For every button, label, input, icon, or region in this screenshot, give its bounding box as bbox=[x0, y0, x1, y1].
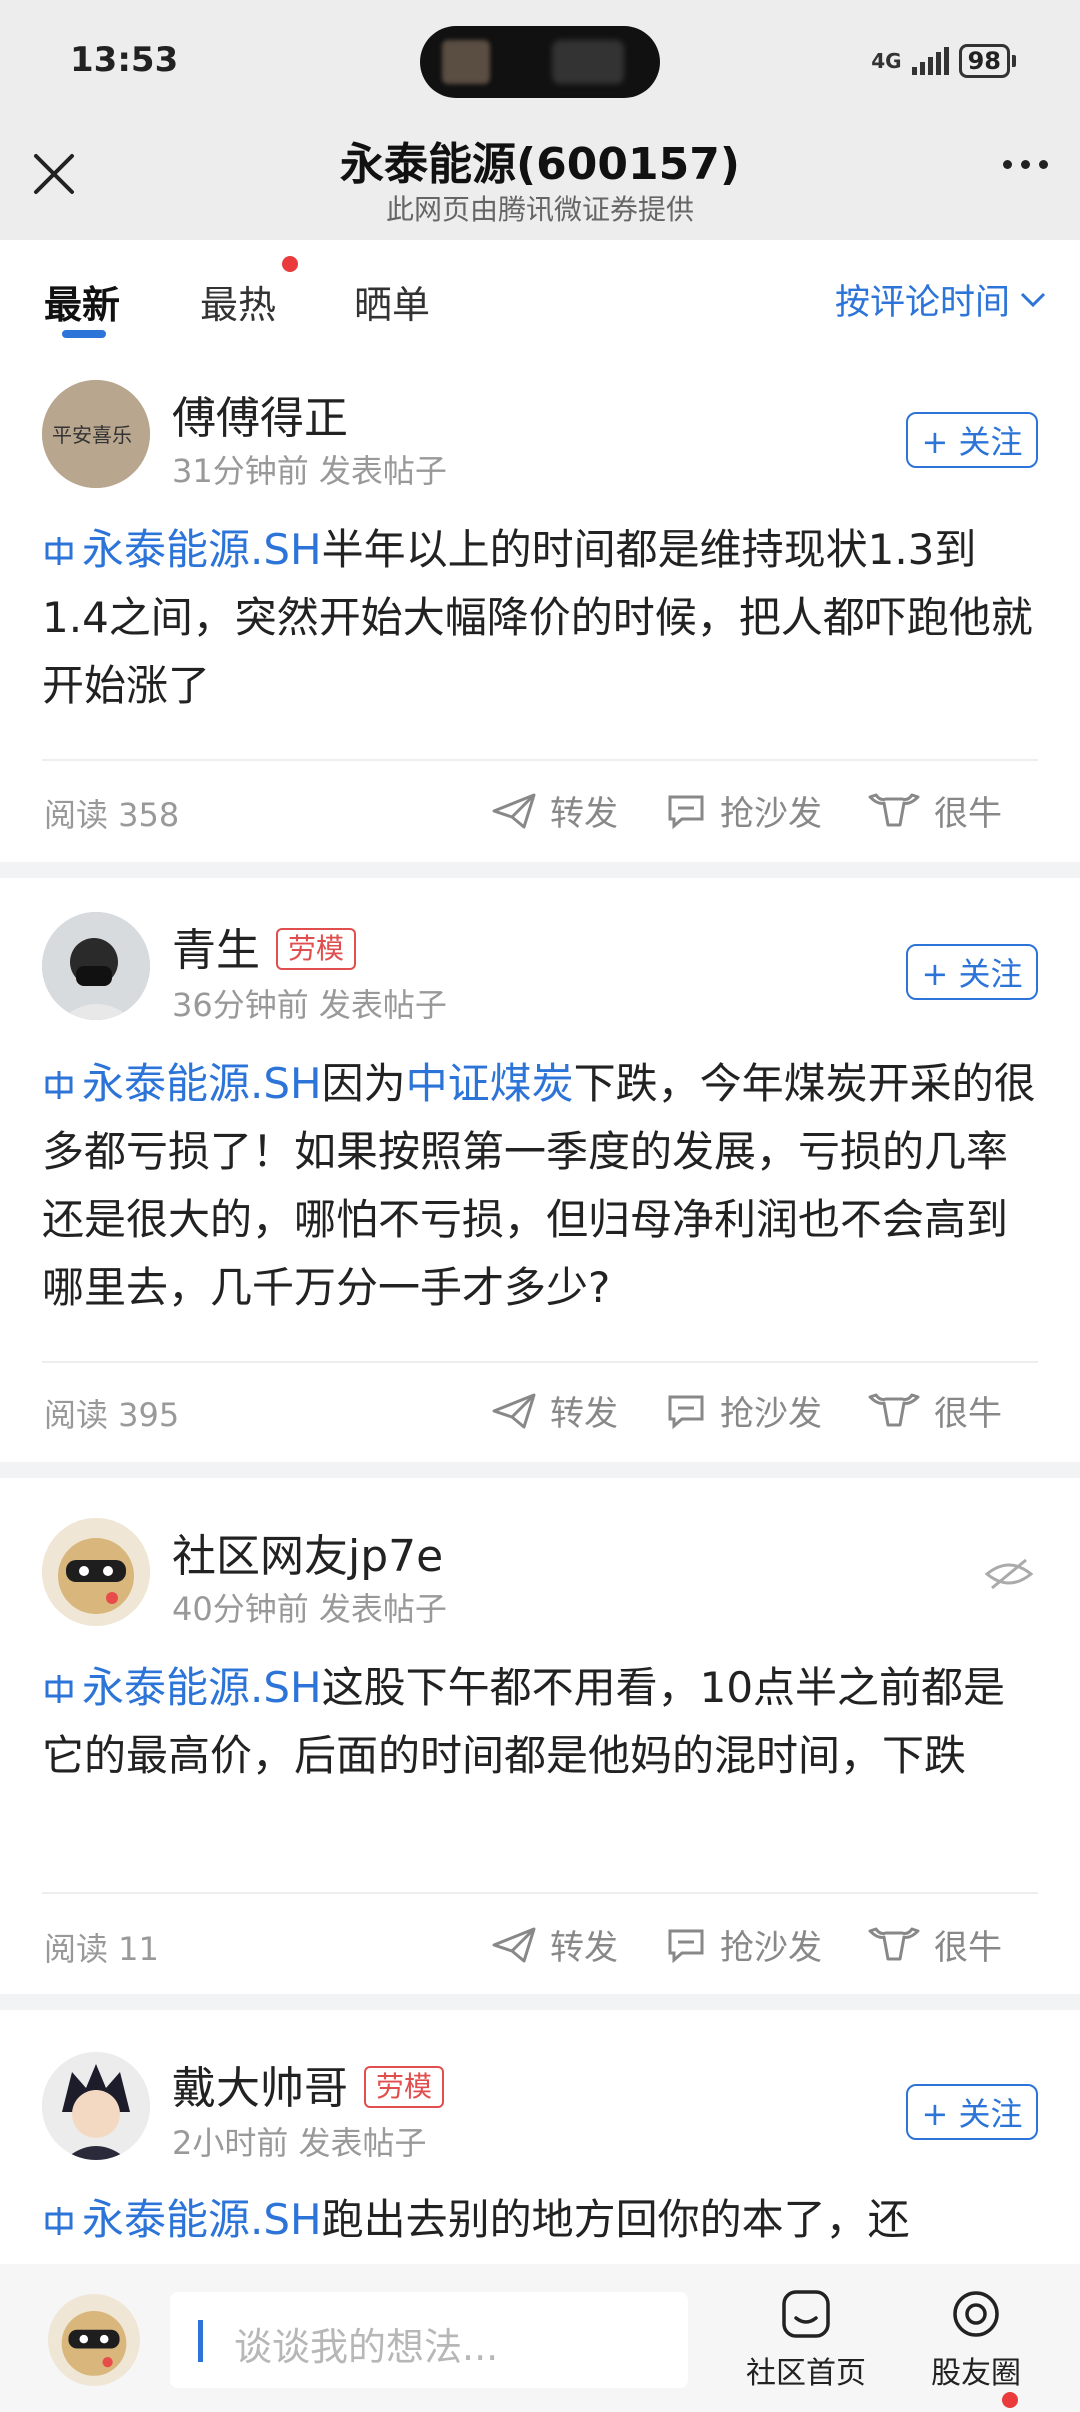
username[interactable]: 社区网友jp7e bbox=[172, 1520, 443, 1584]
more-icon[interactable] bbox=[1003, 160, 1048, 169]
avatar[interactable] bbox=[42, 2052, 150, 2160]
comment-input[interactable]: 谈谈我的想法... bbox=[170, 2292, 688, 2388]
stock-link[interactable]: 永泰能源.SH bbox=[82, 2195, 322, 2244]
dynamic-island bbox=[420, 26, 660, 98]
top-bar: 13:53 4G 98 永泰能源(600157) 此网页由腾讯微证券提供 bbox=[0, 0, 1080, 240]
share-button[interactable]: 转发 bbox=[492, 1920, 618, 1969]
share-button[interactable]: 转发 bbox=[492, 1386, 618, 1435]
username[interactable]: 青生 bbox=[172, 925, 260, 976]
like-button[interactable]: 很牛 bbox=[868, 1386, 1002, 1435]
tab-orders[interactable]: 晒单 bbox=[354, 274, 430, 329]
avatar[interactable] bbox=[42, 1518, 150, 1626]
bull-icon bbox=[868, 1393, 920, 1426]
comment-button[interactable]: 抢沙发 bbox=[666, 786, 822, 835]
stock-link[interactable]: 永泰能源.SH bbox=[82, 1663, 322, 1712]
post-actions: 阅读 11 转发 抢沙发 很牛 bbox=[0, 1914, 1080, 1974]
post-separator bbox=[0, 1462, 1080, 1478]
stock-icon bbox=[45, 1675, 73, 1703]
comment-button[interactable]: 抢沙发 bbox=[666, 1386, 822, 1435]
bull-icon bbox=[868, 793, 920, 826]
post-meta: 31分钟前 发表帖子 bbox=[172, 452, 447, 490]
post-actions: 阅读 358 转发 抢沙发 很牛 bbox=[0, 780, 1080, 840]
stock-link[interactable]: 永泰能源.SH bbox=[82, 1059, 322, 1108]
post-actions: 阅读 395 转发 抢沙发 很牛 bbox=[0, 1380, 1080, 1440]
network-label: 4G bbox=[871, 49, 902, 73]
stock-icon bbox=[45, 1071, 73, 1099]
read-count: 阅读 11 bbox=[44, 1930, 159, 1968]
username-row[interactable]: 戴大帅哥 劳模 bbox=[172, 2052, 445, 2116]
stock-link[interactable]: 永泰能源.SH bbox=[82, 525, 322, 574]
tab-hot[interactable]: 最热 bbox=[200, 274, 276, 329]
bull-icon bbox=[868, 1927, 920, 1960]
read-count: 阅读 358 bbox=[44, 796, 180, 834]
comment-icon bbox=[668, 795, 704, 829]
status-indicators: 4G 98 bbox=[871, 44, 1017, 78]
username-row[interactable]: 青生 劳模 bbox=[172, 914, 357, 978]
status-time: 13:53 bbox=[70, 40, 179, 80]
community-icon bbox=[782, 2290, 830, 2338]
post-body[interactable]: 永泰能源.SH跑出去别的地方回你的本了，还 bbox=[42, 2186, 1042, 2254]
nav-friends-circle[interactable]: 股友圈 bbox=[906, 2288, 1046, 2408]
post-text-before: 因为 bbox=[321, 1059, 406, 1108]
read-count: 阅读 395 bbox=[44, 1396, 180, 1434]
post-card: 戴大帅哥 劳模 2小时前 发表帖子 + 关注 永泰能源.SH跑出去别的地方回你的本… bbox=[0, 2010, 1080, 2264]
sort-dropdown[interactable]: 按评论时间 bbox=[835, 274, 1046, 325]
post-meta: 40分钟前 发表帖子 bbox=[172, 1590, 447, 1628]
eye-off-icon[interactable] bbox=[984, 1554, 1034, 1594]
divider bbox=[42, 759, 1038, 761]
tab-underline bbox=[62, 330, 106, 338]
send-icon bbox=[492, 1393, 536, 1428]
post-text: 跑出去别的地方回你的本了，还 bbox=[321, 2195, 910, 2244]
divider bbox=[42, 1361, 1038, 1363]
send-icon bbox=[492, 1927, 536, 1962]
stock-icon bbox=[45, 537, 73, 565]
bottom-bar: 谈谈我的想法... 社区首页 股友圈 bbox=[0, 2264, 1080, 2412]
follow-button[interactable]: + 关注 bbox=[906, 412, 1038, 468]
avatar[interactable] bbox=[42, 912, 150, 1020]
post-meta: 36分钟前 发表帖子 bbox=[172, 986, 447, 1024]
like-button[interactable]: 很牛 bbox=[868, 1920, 1002, 1969]
topic-link[interactable]: 中证煤炭 bbox=[406, 1059, 574, 1108]
input-caret bbox=[198, 2320, 203, 2362]
battery-icon: 98 bbox=[958, 44, 1017, 78]
follow-button[interactable]: + 关注 bbox=[906, 944, 1038, 1000]
comment-icon bbox=[668, 1395, 704, 1429]
avatar[interactable]: 平安喜乐 bbox=[42, 380, 150, 488]
comment-button[interactable]: 抢沙发 bbox=[666, 1920, 822, 1969]
nav-community-home[interactable]: 社区首页 bbox=[736, 2288, 876, 2392]
send-icon bbox=[492, 793, 536, 828]
username[interactable]: 傅傅得正 bbox=[172, 382, 348, 446]
sort-label: 按评论时间 bbox=[834, 283, 1010, 323]
divider bbox=[42, 1892, 1038, 1894]
badge: 劳模 bbox=[364, 2066, 445, 2108]
username[interactable]: 戴大帅哥 bbox=[172, 2063, 348, 2114]
friends-circle-icon bbox=[953, 2291, 999, 2337]
hot-tab-dot bbox=[282, 256, 298, 272]
post-body[interactable]: 永泰能源.SH这股下午都不用看，10点半之前都是它的最高价，后面的时间都是他妈的… bbox=[42, 1654, 1042, 1790]
post-card: 青生 劳模 36分钟前 发表帖子 + 关注 永泰能源.SH因为中证煤炭下跌，今年煤… bbox=[0, 878, 1080, 1462]
comment-placeholder: 谈谈我的想法... bbox=[234, 2325, 499, 2369]
stock-icon bbox=[45, 2207, 73, 2235]
chevron-down-icon bbox=[1020, 292, 1046, 307]
post-separator bbox=[0, 1994, 1080, 2010]
post-body[interactable]: 永泰能源.SH半年以上的时间都是维持现状1.3到1.4之间，突然开始大幅降价的时… bbox=[42, 516, 1042, 720]
share-button[interactable]: 转发 bbox=[492, 786, 618, 835]
like-button[interactable]: 很牛 bbox=[868, 786, 1002, 835]
post-card: 社区网友jp7e 40分钟前 发表帖子 永泰能源.SH这股下午都不用看，10点半… bbox=[0, 1478, 1080, 1994]
page-title: 永泰能源(600157) bbox=[340, 139, 740, 190]
page-subtitle: 此网页由腾讯微证券提供 bbox=[385, 193, 694, 226]
comment-icon bbox=[668, 1929, 704, 1963]
post-body[interactable]: 永泰能源.SH因为中证煤炭下跌，今年煤炭开采的很多都亏损了！如果按照第一季度的发… bbox=[42, 1050, 1042, 1322]
my-avatar[interactable] bbox=[48, 2294, 140, 2386]
signal-icon bbox=[911, 47, 949, 75]
post-separator bbox=[0, 862, 1080, 878]
badge: 劳模 bbox=[276, 928, 357, 970]
post-card: 平安喜乐 傅傅得正 31分钟前 发表帖子 + 关注 永泰能源.SH半年以上的时间… bbox=[0, 352, 1080, 862]
svg-text:平安喜乐: 平安喜乐 bbox=[52, 423, 132, 447]
tab-latest[interactable]: 最新 bbox=[44, 274, 120, 329]
follow-button[interactable]: + 关注 bbox=[906, 2084, 1038, 2140]
post-meta: 2小时前 发表帖子 bbox=[172, 2124, 427, 2162]
notification-dot bbox=[1002, 2392, 1018, 2408]
